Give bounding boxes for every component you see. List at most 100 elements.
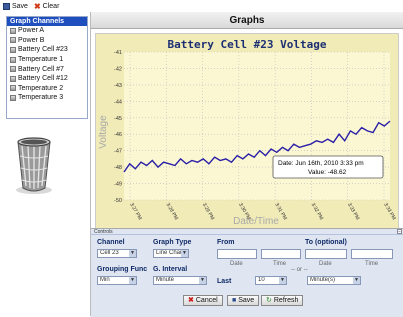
last-label: Last [217,278,232,285]
controls-panel: Controls − Channel Cell 23 ▼ Graph Type L… [91,228,403,317]
y-tick-label: -48 [114,165,122,171]
channel-label: Power A [18,27,45,35]
chevron-down-icon: ▼ [199,277,206,284]
last-count-select[interactable]: 10 ▼ [255,276,287,285]
to-label: To (optional) [305,239,347,246]
cancel-label: Cancel [195,297,218,304]
from-time-caption: Time [273,261,287,267]
sensor-icon [10,94,16,101]
channel-item[interactable]: Temperature 2 [7,84,87,94]
to-time-caption: Time [365,261,379,267]
to-date-input[interactable] [305,249,347,259]
toolbar: Save ✖ Clear [0,0,403,12]
clear-button[interactable]: ✖ Clear [33,1,60,11]
chart-title: Battery Cell #23 Voltage [168,38,327,51]
channel-item[interactable]: Temperature 3 [7,93,87,103]
interval-select[interactable]: Minute ▼ [153,276,207,285]
x-axis-label: Date/Time [233,216,279,227]
graphs-panel: Graphs Battery Cell #23 Voltage -41 -42 -4… [90,12,403,317]
y-axis-label: Voltage [98,115,109,149]
chevron-down-icon: ▼ [129,250,136,257]
channel-label: Battery Cell #12 [18,75,68,83]
chevron-down-icon: ▼ [181,250,188,257]
save-settings-label: Save [238,297,255,304]
last-unit-value: Minute(s) [310,277,336,283]
controls-body: Channel Cell 23 ▼ Graph Type Line Chart ▼ … [91,235,403,317]
y-tick-label: -50 [114,198,122,204]
collapse-icon[interactable]: − [397,229,402,235]
refresh-button[interactable]: ↻ Refresh [261,295,304,306]
refresh-label: Refresh [273,297,299,304]
chevron-down-icon: ▼ [353,277,360,284]
cancel-icon: ✖ [188,297,194,304]
chevron-down-icon: ▼ [279,277,286,284]
left-panel: Graph Channels Power A Power B Battery C… [0,12,90,316]
from-time-input[interactable] [261,249,301,259]
graph-type-label: Graph Type [153,239,192,246]
grouping-select[interactable]: Min ▼ [97,276,137,285]
y-tick-label: -42 [114,66,122,72]
graph-type-select[interactable]: Line Chart ▼ [153,249,189,258]
sensor-icon [10,27,16,34]
channel-label: Power B [18,36,45,44]
channel-label: Battery Cell #23 [18,46,68,54]
y-tick-label: -45 [114,116,122,122]
channel-item[interactable]: Battery Cell #23 [7,45,87,55]
x-icon: ✖ [33,1,41,11]
y-tick-label: -43 [114,83,122,89]
channel-label: Channel [97,239,125,246]
y-tick-label: -49 [114,182,122,188]
save-button[interactable]: Save [3,2,28,10]
grouping-label: Grouping Func [97,266,148,273]
or-separator: -- or -- [291,267,308,273]
sensor-icon [10,75,16,82]
floppy-disk-icon [3,2,10,10]
last-count-value: 10 [258,277,265,283]
graph-type-value: Line Chart [156,250,184,256]
channel-item[interactable]: Power A [7,26,87,36]
channel-item[interactable]: Temperature 1 [7,55,87,65]
graph-channels-header: Graph Channels [7,17,87,26]
save-label: Save [12,2,28,10]
interval-value: Minute [156,277,175,283]
save-settings-button[interactable]: ■ Save [227,295,260,306]
from-label: From [217,239,235,246]
sensor-icon [10,37,16,44]
sensor-icon [10,85,16,92]
channel-value: Cell 23 [100,250,119,256]
channel-label: Temperature 2 [18,84,64,92]
channel-label: Temperature 3 [18,94,64,102]
channel-select[interactable]: Cell 23 ▼ [97,249,137,258]
clear-label: Clear [42,2,60,10]
y-tick-label: -47 [114,149,122,155]
to-date-caption: Date [319,261,332,267]
channel-label: Battery Cell #7 [18,65,64,73]
y-tick-label: -41 [114,50,122,56]
grouping-value: Min [100,277,110,283]
refresh-icon: ↻ [266,297,272,304]
y-tick-label: -44 [114,99,122,105]
cancel-button[interactable]: ✖ Cancel [183,295,223,306]
channel-item[interactable]: Power B [7,36,87,46]
channel-item[interactable]: Battery Cell #7 [7,64,87,74]
tooltip-value: Value: -48.62 [308,169,347,176]
tooltip: Date: Jun 16th, 2010 3:33 pm Value: -48.… [272,155,384,179]
sensor-icon [10,66,16,73]
from-date-caption: Date [230,261,243,267]
tooltip-date: Date: Jun 16th, 2010 3:33 pm [278,160,364,167]
channel-label: Temperature 1 [18,56,64,64]
last-unit-select[interactable]: Minute(s) ▼ [307,276,361,285]
chart-container: Battery Cell #23 Voltage -41 -42 -43 -44 -45… [95,33,399,229]
floppy-disk-icon: ■ [232,297,237,304]
graph-channels-list: Graph Channels Power A Power B Battery C… [6,16,88,119]
from-date-input[interactable] [217,249,257,259]
voltage-chart[interactable]: Battery Cell #23 Voltage -41 -42 -43 -44 -45… [96,34,398,228]
channel-item[interactable]: Battery Cell #12 [7,74,87,84]
graphs-title: Graphs [91,12,403,29]
to-time-input[interactable] [351,249,393,259]
chevron-down-icon: ▼ [129,277,136,284]
trash-bin-icon[interactable] [14,134,54,196]
interval-label: G. Interval [153,266,188,273]
sensor-icon [10,46,16,53]
y-tick-label: -46 [114,132,122,138]
